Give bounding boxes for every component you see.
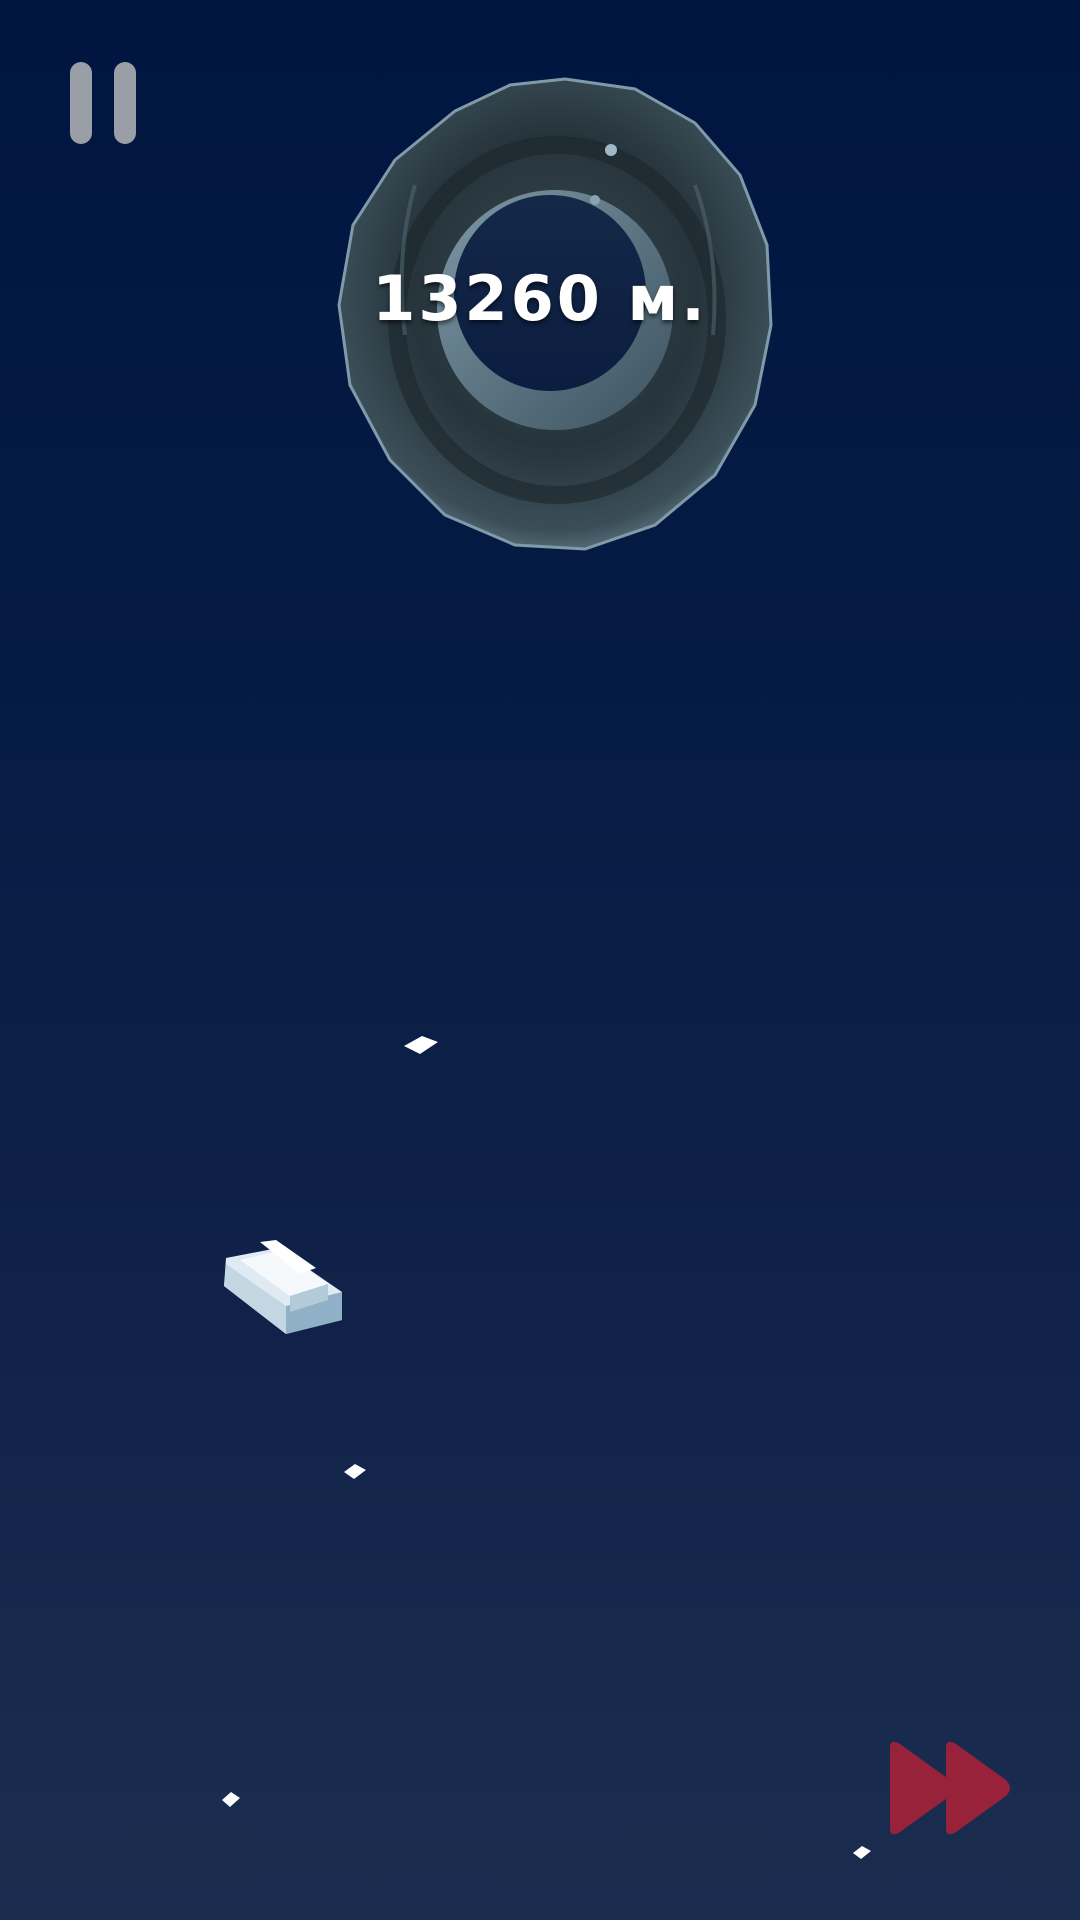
- pause-icon-bar-left: [70, 62, 92, 144]
- ice-chip: [222, 1792, 240, 1807]
- pause-button[interactable]: [70, 62, 136, 144]
- ice-chip: [344, 1464, 366, 1479]
- ice-chip: [853, 1846, 871, 1859]
- fast-forward-icon: [890, 1741, 1010, 1835]
- ice-chip: [404, 1036, 438, 1054]
- game-scene[interactable]: 13260 м.: [0, 0, 1080, 1920]
- pause-icon-bar-right: [114, 62, 136, 144]
- distance-counter: 13260 м.: [372, 262, 708, 335]
- fast-forward-button[interactable]: [884, 1736, 1016, 1842]
- player-boat: [224, 1240, 342, 1334]
